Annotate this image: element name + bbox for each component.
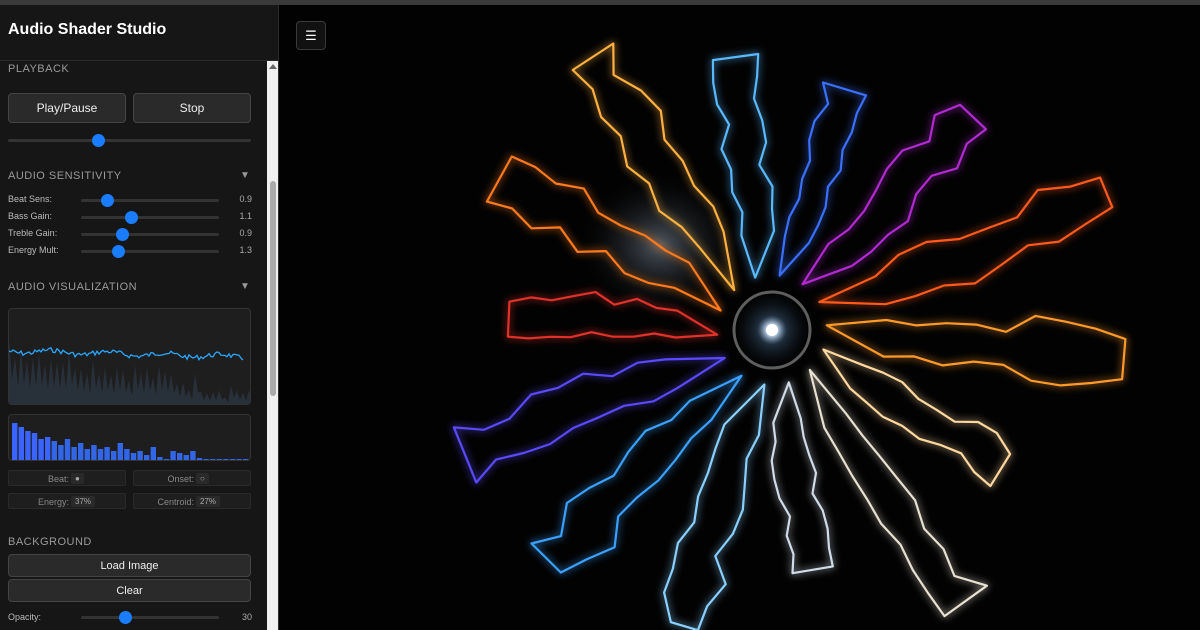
energy-value: 37% <box>71 496 96 507</box>
beat-sens-label: Beat Sens: <box>8 194 53 204</box>
spectrum-bar <box>183 455 189 460</box>
spectrum-bar <box>150 447 156 460</box>
bass-gain-slider-handle[interactable] <box>124 211 138 224</box>
spectrum-bar <box>229 459 236 460</box>
menu-icon[interactable]: ☰ <box>296 21 326 50</box>
beat-sens-value: 0.9 <box>239 194 252 204</box>
spectrum-bar <box>210 459 216 460</box>
beat-indicator: Beat: ● <box>8 470 126 486</box>
beat-sens-slider-handle[interactable] <box>101 194 115 207</box>
spectrum-bar <box>144 455 150 460</box>
spectrum-bars <box>12 423 249 460</box>
centroid-value: 27% <box>196 496 221 507</box>
treble-gain-slider-handle[interactable] <box>116 228 130 241</box>
spectrum-bar <box>130 453 137 460</box>
visualization-section-title: AUDIO VISUALIZATION <box>8 281 138 293</box>
spectrum-bar <box>84 449 90 460</box>
spectrum-bar <box>223 459 229 460</box>
waveform-display <box>8 308 251 405</box>
sensitivity-section-title: AUDIO SENSITIVITY <box>8 170 122 182</box>
spectrum-bar <box>203 459 209 460</box>
bass-gain-label: Bass Gain: <box>8 211 53 221</box>
spectrum-bar <box>91 445 97 460</box>
spectrum-bar <box>170 451 176 460</box>
spectrum-bar <box>236 459 242 460</box>
spectrum-bar <box>31 433 38 460</box>
opacity-slider-track[interactable] <box>81 611 219 624</box>
spectrum-bar <box>71 447 77 460</box>
opacity-slider-handle[interactable] <box>119 611 133 624</box>
spectrum-bar <box>38 439 44 460</box>
beat-value: ● <box>71 473 84 484</box>
spectrum-bar <box>64 439 71 460</box>
spectrum-bar <box>78 443 84 460</box>
shader-visual <box>280 5 1200 630</box>
spectrum-bar <box>97 449 104 460</box>
playback-section-title: PLAYBACK <box>8 63 70 75</box>
treble-gain-slider-track[interactable] <box>81 228 219 241</box>
visualization-collapse-icon[interactable]: ▼ <box>240 281 250 292</box>
beat-label: Beat: <box>47 474 69 484</box>
opacity-label: Opacity: <box>8 612 42 622</box>
centroid-label: Centroid: <box>157 497 194 507</box>
spectrum-bar <box>177 453 183 460</box>
onset-label: Onset: <box>167 474 194 484</box>
spectrum-bar <box>45 437 51 460</box>
play-pause-button[interactable]: Play/Pause <box>8 93 126 123</box>
sensitivity-collapse-icon[interactable]: ▼ <box>240 170 250 181</box>
waveform-graphic <box>9 340 250 404</box>
energy-indicator: Energy: 37% <box>8 493 126 509</box>
energy-mult-label: Energy Mult: <box>8 245 59 255</box>
spectrum-bar <box>18 427 24 460</box>
playback-progress-handle[interactable] <box>91 134 105 147</box>
spectrum-bar <box>157 457 163 460</box>
spectrum-bar <box>117 443 123 460</box>
spectrum-bar <box>190 451 196 460</box>
spectrum-bar <box>243 459 249 460</box>
sidebar-scrollbar[interactable] <box>267 61 278 630</box>
spectrum-bar <box>137 451 143 460</box>
sidebar-scroll-area[interactable]: PLAYBACK Play/Pause Stop AUDIO SENSITIVI… <box>0 61 266 630</box>
onset-indicator: Onset: ○ <box>133 470 251 486</box>
spectrum-bar <box>163 459 170 460</box>
spectrum-bar <box>124 449 130 460</box>
spectrum-bar <box>216 459 222 460</box>
energy-mult-value: 1.3 <box>239 245 252 255</box>
onset-value: ○ <box>196 473 209 484</box>
app-title: Audio Shader Studio <box>8 21 167 38</box>
energy-mult-slider-track[interactable] <box>81 245 219 258</box>
spectrum-bar <box>111 451 117 460</box>
clear-background-button[interactable]: Clear <box>8 579 251 602</box>
scrollbar-thumb[interactable] <box>270 181 276 396</box>
sidebar-header: Audio Shader Studio <box>0 5 278 61</box>
spectrum-bar <box>25 431 31 460</box>
treble-gain-label: Treble Gain: <box>8 228 58 238</box>
bass-gain-slider-track[interactable] <box>81 211 219 224</box>
background-section-title: BACKGROUND <box>8 536 92 548</box>
spectrum-bar <box>51 441 57 460</box>
stop-button[interactable]: Stop <box>133 93 251 123</box>
energy-mult-slider-handle[interactable] <box>112 245 126 258</box>
bass-gain-value: 1.1 <box>239 211 252 221</box>
energy-label: Energy: <box>37 497 69 507</box>
spectrum-bar <box>12 423 18 460</box>
spectrum-display <box>8 414 251 461</box>
waveform-line <box>9 346 244 362</box>
scroll-up-arrow-icon[interactable] <box>269 64 277 69</box>
control-sidebar: Audio Shader Studio PLAYBACK Play/Pause … <box>0 5 279 630</box>
spectrum-bar <box>104 447 110 460</box>
treble-gain-value: 0.9 <box>239 228 252 238</box>
load-image-button[interactable]: Load Image <box>8 554 251 577</box>
opacity-value: 30 <box>241 612 252 622</box>
spectrum-bar <box>58 445 64 460</box>
beat-sens-slider-track[interactable] <box>81 194 219 207</box>
playback-progress-track[interactable] <box>8 134 251 147</box>
centroid-indicator: Centroid: 27% <box>133 493 251 509</box>
shader-canvas[interactable]: ☰ <box>280 5 1200 630</box>
spectrum-bar <box>196 458 203 460</box>
